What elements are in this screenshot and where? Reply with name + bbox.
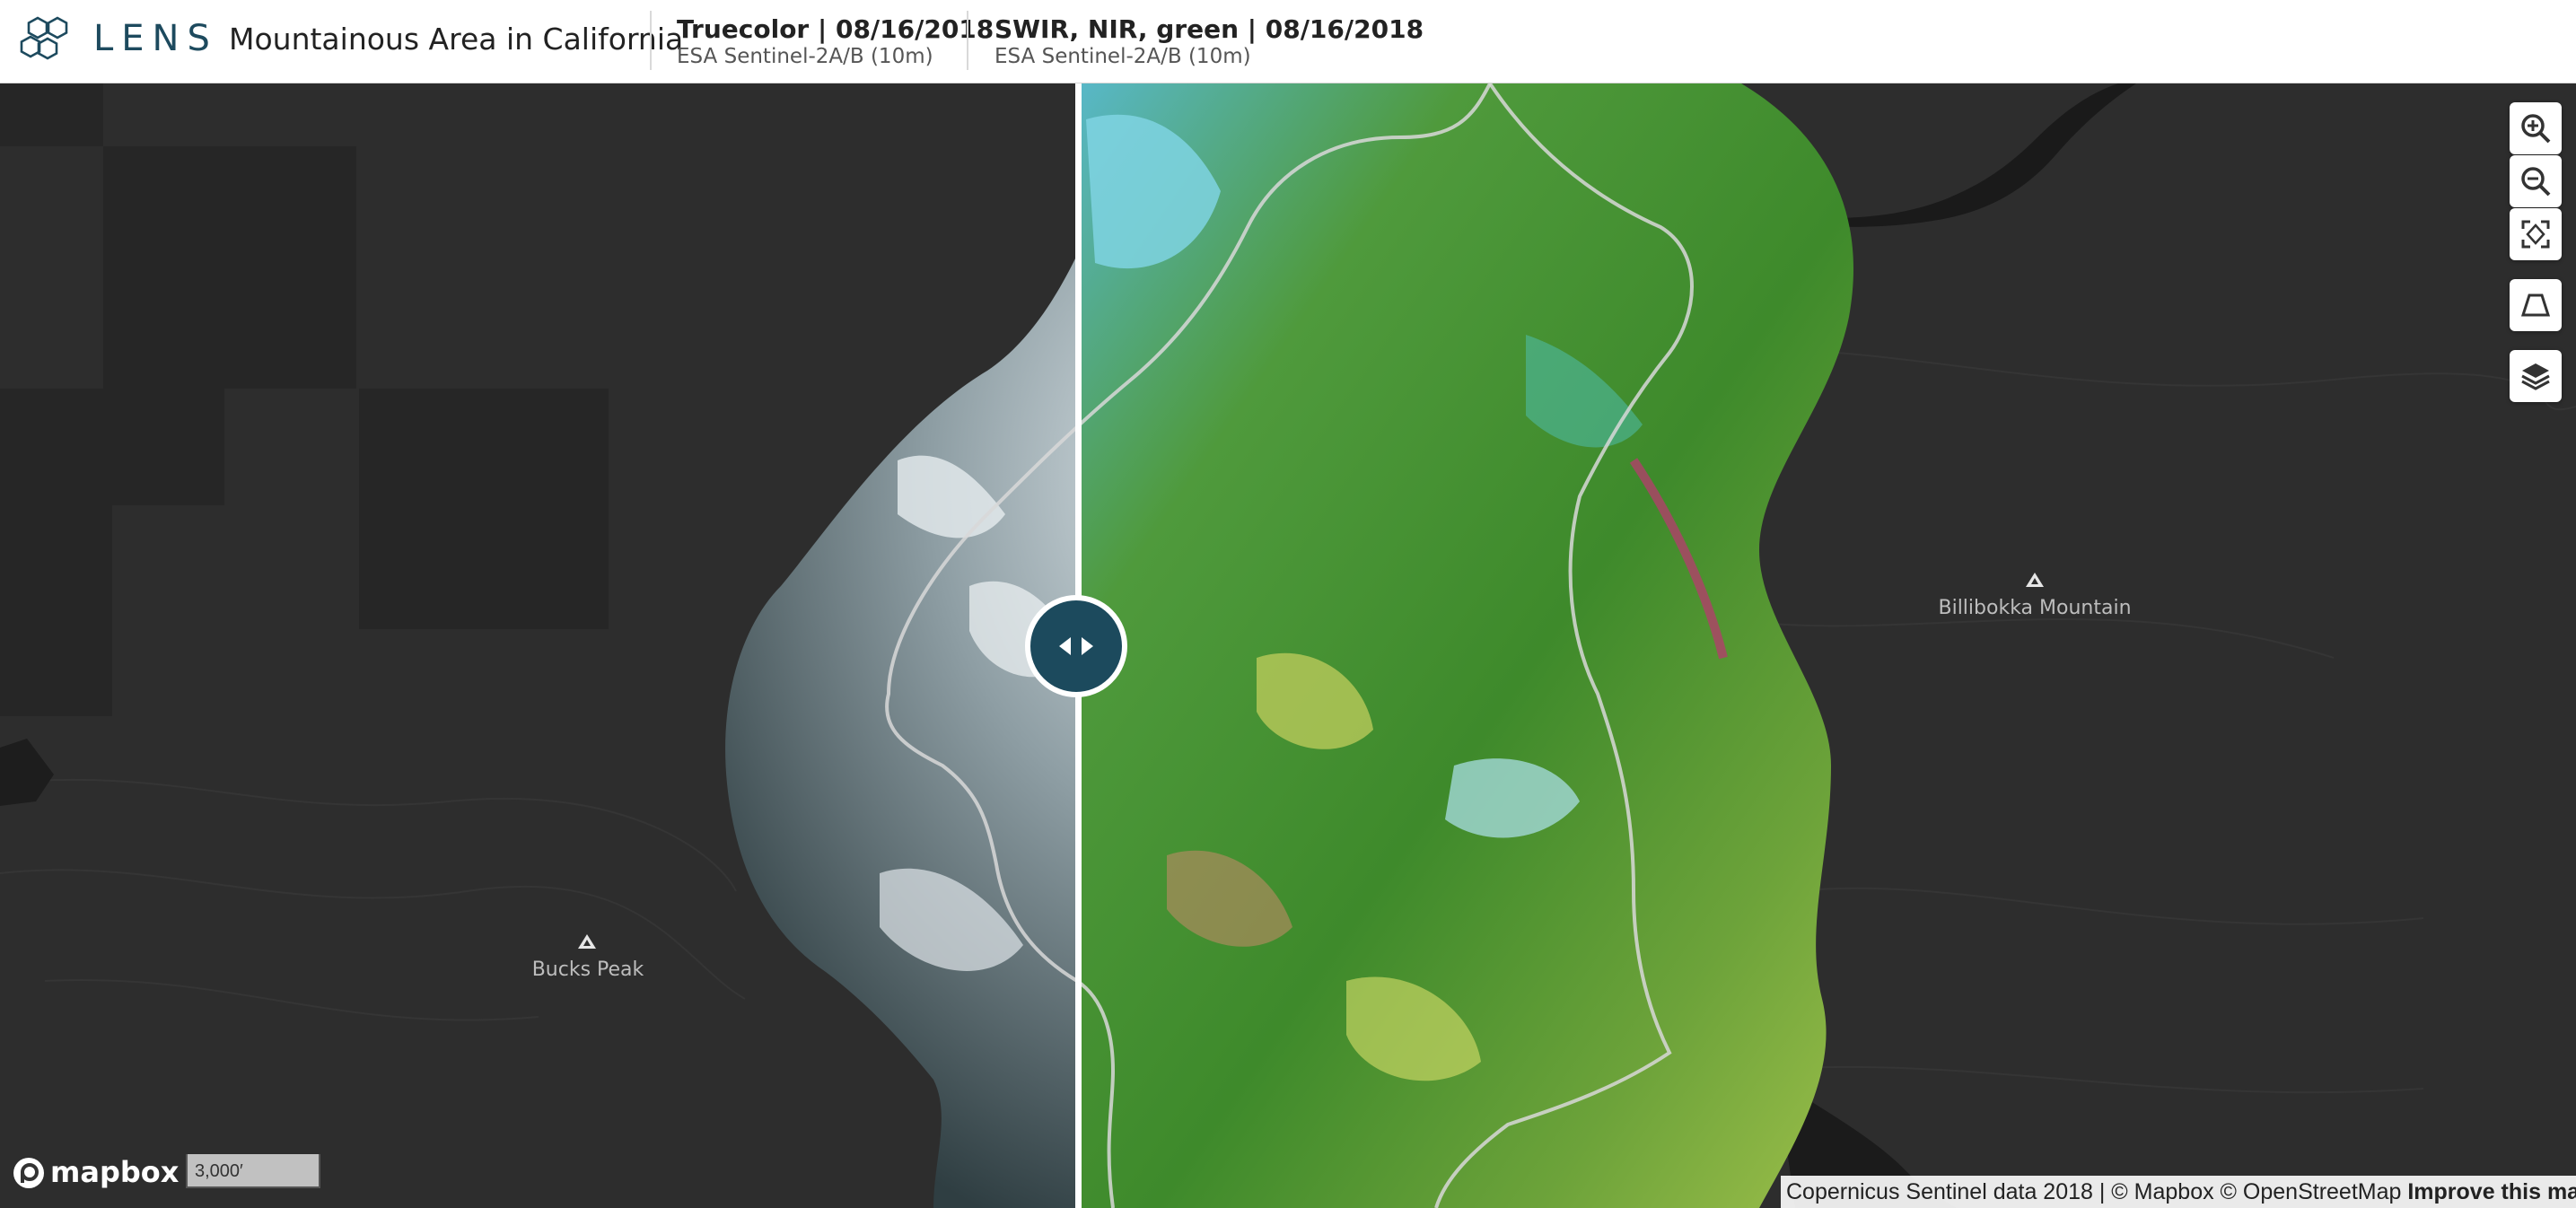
mountain-peak-icon	[2026, 573, 2044, 587]
header-divider	[967, 11, 968, 70]
zoom-out-button[interactable]	[2510, 155, 2562, 207]
right-layer-source: ESA Sentinel-2A/B (10m)	[994, 45, 1251, 68]
map-title: Mountainous Area in California	[229, 22, 684, 57]
attribution-text: Copernicus Sentinel data 2018 | © Mapbox…	[1786, 1179, 2408, 1204]
zoom-in-button[interactable]	[2510, 102, 2562, 154]
lens-logo-icon	[20, 16, 68, 60]
swipe-handle[interactable]	[1025, 595, 1127, 697]
brand-name: LENS	[93, 18, 218, 59]
attribution-bar: Copernicus Sentinel data 2018 | © Mapbox…	[1781, 1176, 2576, 1208]
right-layer-title[interactable]: SWIR, NIR, green | 08/16/2018	[994, 14, 1424, 44]
left-layer-source: ESA Sentinel-2A/B (10m)	[677, 45, 933, 68]
improve-map-link[interactable]: Improve this map	[2407, 1179, 2576, 1204]
mapbox-logo-text[interactable]: mapbox	[50, 1155, 179, 1189]
app-header: LENS Mountainous Area in California True…	[0, 0, 2576, 83]
perspective-icon	[2520, 293, 2551, 317]
fit-bounds-icon	[2521, 220, 2550, 249]
layers-button[interactable]	[2510, 350, 2562, 402]
zoom-out-icon	[2521, 167, 2551, 197]
swipe-arrows-icon	[1059, 637, 1093, 655]
layers-icon	[2521, 363, 2550, 390]
map-canvas[interactable]: Bucks Peak Billibokka Mountain	[0, 83, 2576, 1208]
mapbox-logo-icon[interactable]	[11, 1155, 47, 1191]
mountain-peak-icon	[578, 934, 596, 949]
header-divider	[650, 11, 652, 70]
perspective-button[interactable]	[2510, 279, 2562, 331]
fit-bounds-button[interactable]	[2510, 208, 2562, 260]
peak-label-billibokka-mountain: Billibokka Mountain	[1938, 597, 2132, 619]
zoom-in-icon	[2521, 114, 2551, 144]
scale-bar: 3,000′	[186, 1154, 320, 1188]
peak-label-bucks-peak: Bucks Peak	[531, 959, 644, 981]
left-layer-title[interactable]: Truecolor | 08/16/2018	[677, 14, 994, 44]
